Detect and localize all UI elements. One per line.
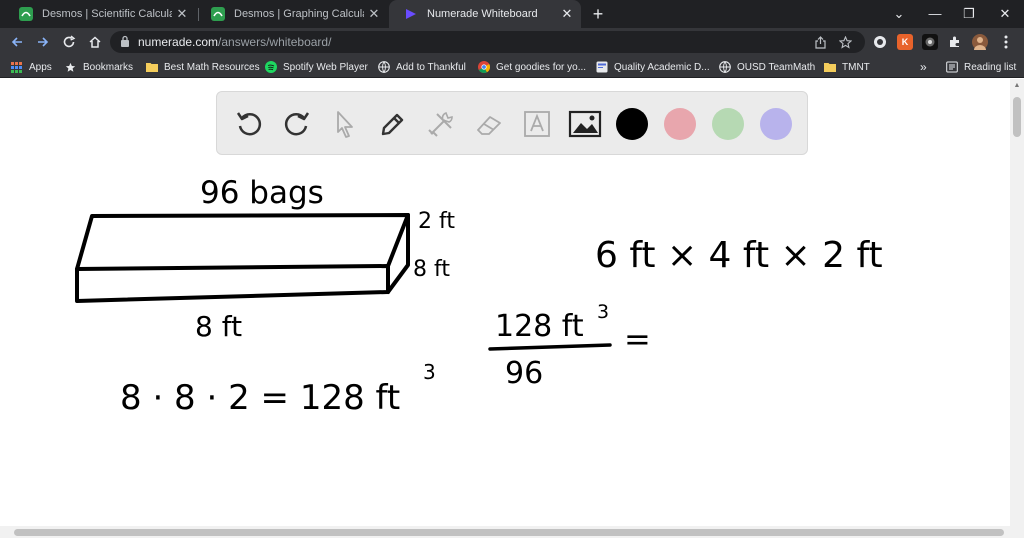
tab-desmos-scientific[interactable]: Desmos | Scientific Calculator ✕ <box>4 0 196 28</box>
desmos-icon <box>210 6 226 22</box>
numerator-exponent: 3 <box>597 301 609 323</box>
bookmark-ousd-teammath[interactable]: OUSD TeamMath <box>718 59 815 75</box>
globe-icon <box>377 61 390 74</box>
close-tab-icon[interactable]: ✕ <box>557 4 577 24</box>
box-sketch <box>75 213 410 303</box>
vertical-scroll-thumb[interactable] <box>1013 97 1021 137</box>
scroll-up-icon[interactable]: ▲ <box>1010 79 1024 93</box>
bookmark-label: Apps <box>29 61 52 73</box>
reading-list-button[interactable]: Reading list <box>945 59 1016 75</box>
tab-strip: Desmos | Scientific Calculator ✕ Desmos … <box>0 0 1024 28</box>
url-path: /answers/whiteboard/ <box>218 35 332 49</box>
extension-k-icon[interactable]: K <box>897 34 913 50</box>
reload-icon[interactable] <box>58 32 80 52</box>
bookmark-spotify[interactable]: Spotify Web Player <box>264 59 368 75</box>
star-icon <box>64 61 77 74</box>
url-host: numerade.com <box>138 35 219 49</box>
extension-icon[interactable] <box>872 34 888 50</box>
home-icon[interactable] <box>84 32 106 52</box>
bookmark-star-icon[interactable] <box>837 34 853 50</box>
extensions-puzzle-icon[interactable] <box>947 34 963 50</box>
spotify-icon <box>264 61 277 74</box>
browser-toolbar: numerade.com/answers/whiteboard/ K <box>0 28 1024 56</box>
bookmark-label: OUSD TeamMath <box>737 61 816 73</box>
tab-title: Numerade Whiteboard <box>427 8 538 20</box>
globe-icon <box>718 61 731 74</box>
desmos-icon <box>18 6 34 22</box>
lock-icon[interactable] <box>120 35 130 53</box>
bookmark-add-to-thankful[interactable]: Add to Thankful <box>377 59 466 75</box>
bookmark-tmnt[interactable]: TMNT <box>823 59 870 75</box>
bookmark-label: TMNT <box>842 61 870 73</box>
doc-icon <box>595 61 608 74</box>
drawing-canvas[interactable]: 96 bags 2 ft 8 ft 8 ft 6 ft × 4 ft × 2 f… <box>0 79 1010 526</box>
length-label: 8 ft <box>195 310 242 343</box>
volume-equation: 8 · 8 · 2 = 128 ft <box>120 378 400 418</box>
close-window-icon[interactable]: ✕ <box>990 4 1020 24</box>
fraction-denominator: 96 <box>505 356 543 391</box>
more-bookmarks-button[interactable]: » <box>920 59 927 75</box>
whiteboard-page: 96 bags 2 ft 8 ft 8 ft 6 ft × 4 ft × 2 f… <box>0 79 1024 538</box>
fraction-bar <box>488 343 612 351</box>
bookmark-bookmarks[interactable]: Bookmarks <box>64 59 133 75</box>
share-icon[interactable] <box>812 34 828 50</box>
folder-icon <box>145 61 158 74</box>
restore-icon[interactable]: ❐ <box>954 4 984 24</box>
reading-list-icon <box>945 61 958 74</box>
tab-numerade-whiteboard[interactable]: Numerade Whiteboard ✕ <box>389 0 581 28</box>
reading-list-label: Reading list <box>964 61 1017 73</box>
bags-label: 96 bags <box>200 175 324 211</box>
bookmarks-bar: Apps Bookmarks Best Math Resources Spoti… <box>0 56 1024 78</box>
tab-search-icon[interactable]: ⌄ <box>884 4 914 24</box>
tab-title: Desmos | Graphing Calculator <box>234 8 364 20</box>
bookmark-quality-academic[interactable]: Quality Academic D... <box>595 59 710 75</box>
close-tab-icon[interactable]: ✕ <box>364 4 384 24</box>
fraction-numerator: 128 ft <box>495 309 584 344</box>
bookmark-label: Best Math Resources <box>164 61 260 73</box>
bookmark-get-goodies[interactable]: Get goodies for yo... <box>477 59 586 75</box>
equals-sign: = <box>624 320 651 358</box>
bookmark-label: Add to Thankful <box>396 61 466 73</box>
avatar[interactable] <box>972 34 988 50</box>
vertical-scrollbar[interactable]: ▲ <box>1010 79 1024 526</box>
back-icon[interactable] <box>6 32 28 52</box>
address-bar[interactable]: numerade.com/answers/whiteboard/ <box>110 31 865 53</box>
horizontal-scrollbar[interactable] <box>0 526 1024 538</box>
horizontal-scroll-thumb[interactable] <box>14 529 1004 536</box>
bookmark-apps[interactable]: Apps <box>10 59 52 75</box>
chrome-icon <box>477 61 490 74</box>
apps-grid-icon <box>10 61 23 74</box>
bookmark-label: Spotify Web Player <box>283 61 368 73</box>
dimensions-text: 6 ft × 4 ft × 2 ft <box>595 235 883 276</box>
height-label: 2 ft <box>418 209 455 234</box>
bookmark-label: Get goodies for yo... <box>496 61 587 73</box>
depth-label: 8 ft <box>413 257 450 282</box>
tab-title: Desmos | Scientific Calculator <box>42 8 172 20</box>
forward-icon[interactable] <box>32 32 54 52</box>
new-tab-button[interactable]: + <box>588 4 608 24</box>
extension-camera-icon[interactable] <box>922 34 938 50</box>
close-tab-icon[interactable]: ✕ <box>172 4 192 24</box>
menu-kebab-icon[interactable] <box>998 34 1014 50</box>
numerade-icon <box>403 6 419 22</box>
tab-desmos-graphing[interactable]: Desmos | Graphing Calculator ✕ <box>196 0 388 28</box>
bookmark-best-math-resources[interactable]: Best Math Resources <box>145 59 260 75</box>
minimize-icon[interactable]: — <box>920 4 950 24</box>
bookmark-label: Bookmarks <box>83 61 134 73</box>
volume-exponent: 3 <box>423 360 436 384</box>
folder-icon <box>823 61 836 74</box>
bookmark-label: Quality Academic D... <box>614 61 710 73</box>
url-text: numerade.com/answers/whiteboard/ <box>138 35 331 49</box>
